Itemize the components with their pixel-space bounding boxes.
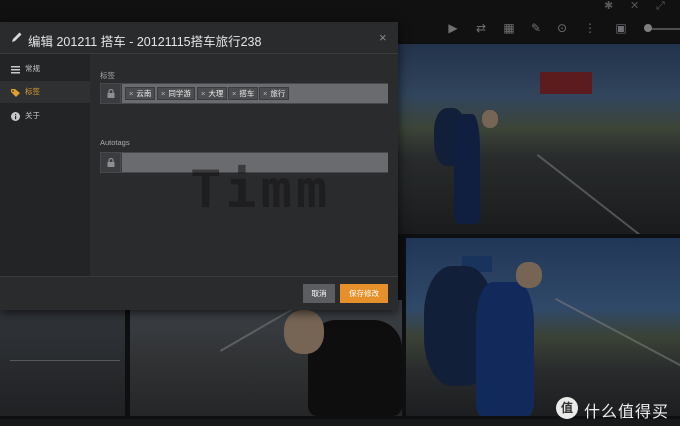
- tags-label: 标签: [100, 71, 115, 80]
- remove-tag-icon[interactable]: ×: [201, 89, 205, 98]
- sidebar-item-label: 标签: [25, 87, 40, 96]
- remove-tag-icon[interactable]: ×: [263, 89, 267, 98]
- tag-icon: [11, 89, 20, 97]
- info-icon: [11, 112, 20, 121]
- tag-chip-label: 大理: [208, 89, 224, 98]
- dialog-footer: 取消 保存修改: [0, 276, 398, 310]
- autotags-field[interactable]: [100, 152, 388, 173]
- remove-tag-icon[interactable]: ×: [232, 89, 236, 98]
- general-icon: [11, 66, 20, 74]
- tag-chip-label: 云南: [136, 89, 152, 98]
- tag-chip[interactable]: × 云南: [125, 87, 156, 100]
- tag-chip-label: 同学游: [168, 89, 191, 98]
- dialog-title: 编辑 201211 搭车 - 20121115搭车旅行238: [28, 35, 262, 49]
- site-watermark-logo: 值: [556, 397, 578, 419]
- site-watermark-text: 什么值得买: [584, 404, 670, 421]
- tag-chip-label: 搭车: [239, 89, 255, 98]
- autotags-input[interactable]: [122, 153, 388, 172]
- sidebar-item-general[interactable]: 常规: [0, 58, 90, 80]
- dialog-content: 标签 × 云南 × 同学游 × 大理 × 搭车 × 旅行 Autotags: [90, 54, 398, 276]
- tag-chip[interactable]: × 大理: [197, 87, 228, 100]
- edit-photo-dialog: 编辑 201211 搭车 - 20121115搭车旅行238 × 常规 标签 关…: [0, 22, 398, 310]
- sidebar-item-label: 常规: [25, 64, 40, 73]
- tag-chip-label: 旅行: [270, 89, 286, 98]
- tag-chip[interactable]: × 同学游: [157, 87, 195, 100]
- sidebar-item-tags[interactable]: 标签: [0, 81, 90, 103]
- cancel-button[interactable]: 取消: [303, 284, 335, 303]
- close-icon[interactable]: ×: [379, 30, 387, 45]
- save-button[interactable]: 保存修改: [340, 284, 388, 303]
- tag-chip[interactable]: × 搭车: [228, 87, 259, 100]
- tags-field[interactable]: × 云南 × 同学游 × 大理 × 搭车 × 旅行: [100, 83, 388, 104]
- sidebar-item-about[interactable]: 关于: [0, 105, 90, 127]
- tag-chip[interactable]: × 旅行: [259, 87, 290, 100]
- autotags-label: Autotags: [100, 138, 130, 147]
- sidebar-item-label: 关于: [25, 111, 40, 120]
- remove-tag-icon[interactable]: ×: [161, 89, 165, 98]
- lock-toggle[interactable]: [101, 84, 121, 103]
- pencil-icon: [12, 32, 22, 42]
- remove-tag-icon[interactable]: ×: [129, 89, 133, 98]
- lock-icon: [107, 158, 115, 167]
- tags-input[interactable]: × 云南 × 同学游 × 大理 × 搭车 × 旅行: [122, 84, 388, 103]
- lock-toggle[interactable]: [101, 153, 121, 172]
- dialog-header: 编辑 201211 搭车 - 20121115搭车旅行238 ×: [0, 22, 398, 54]
- lock-icon: [107, 89, 115, 98]
- dialog-sidebar: 常规 标签 关于: [0, 54, 90, 276]
